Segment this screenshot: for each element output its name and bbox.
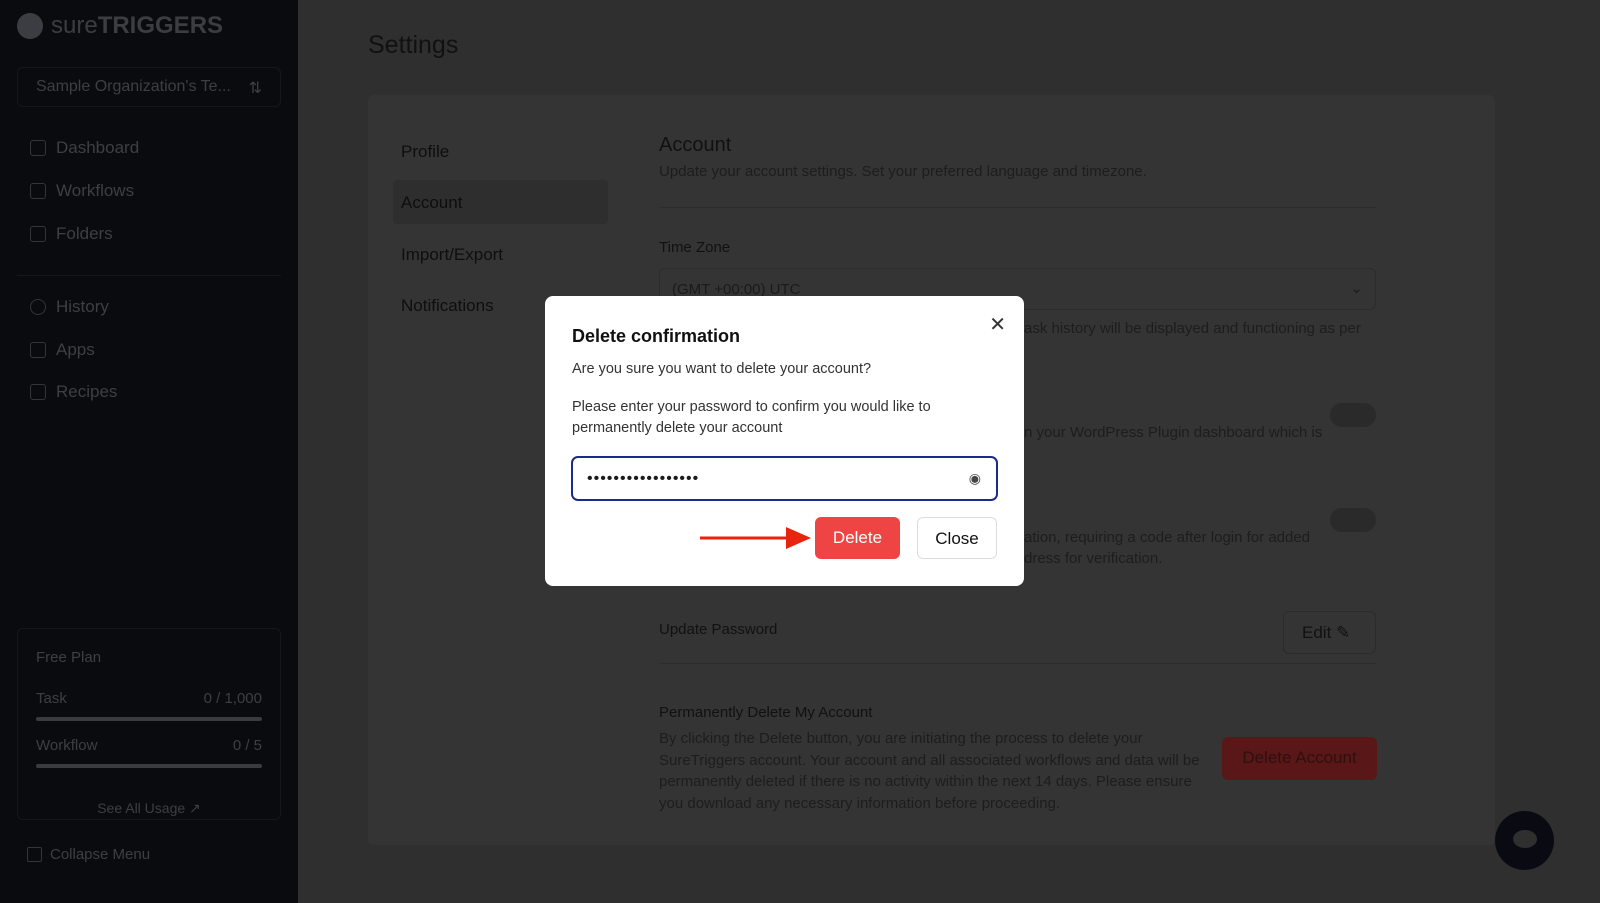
nav-folders[interactable]: Folders (30, 224, 113, 244)
close-button[interactable]: Close (917, 517, 997, 559)
workflow-value: 0 / 5 (232, 737, 262, 754)
workflow-progress (36, 764, 262, 768)
nav-recipes[interactable]: Recipes (30, 382, 117, 402)
org-switcher[interactable]: Sample Organization's Te... ⇅ (17, 67, 281, 107)
eye-icon[interactable]: ◉ (969, 470, 982, 487)
timezone-label: Time Zone (659, 239, 731, 256)
tab-notifications[interactable]: Notifications (401, 296, 494, 316)
logo[interactable]: sureTRIGGERS (17, 12, 223, 40)
home-icon (30, 140, 46, 156)
password-input[interactable]: ••••••••••••••••• ◉ (571, 456, 998, 501)
2fa-toggle[interactable] (1330, 508, 1376, 532)
delete-account-button[interactable]: Delete Account (1222, 737, 1377, 780)
close-icon[interactable]: ✕ (989, 312, 1006, 337)
delete-button[interactable]: Delete (815, 517, 900, 559)
nav-dashboard[interactable]: Dashboard (30, 138, 139, 158)
task-progress (36, 717, 262, 721)
divider (17, 275, 281, 276)
sidebar-collapse-icon (27, 847, 42, 862)
arrow-annotation (700, 527, 811, 549)
workflow-label: Workflow (36, 737, 98, 754)
password-value: ••••••••••••••••• (587, 469, 700, 487)
see-all-usage-link[interactable]: See All Usage ↗ (36, 800, 262, 817)
modal-title: Delete confirmation (572, 326, 741, 346)
nav-label: History (56, 297, 109, 316)
brand-bold: TRIGGERS (97, 12, 224, 39)
tab-import-export[interactable]: Import/Export (401, 245, 503, 265)
layers-icon (30, 384, 46, 400)
plan-usage: Free Plan Task 0 / 1,000 Workflow 0 / 5 Se… (17, 628, 281, 820)
nav-label: Apps (56, 340, 95, 359)
nav-apps[interactable]: Apps (30, 340, 95, 360)
modal-instruction: Please enter your password to confirm yo… (572, 399, 931, 436)
edit-password-button[interactable]: Edit ✎ (1283, 611, 1376, 654)
divider (659, 207, 1376, 208)
modal-question: Are you sure you want to delete your acc… (572, 361, 872, 377)
section-desc: Update your account settings. Set your p… (659, 163, 1147, 180)
task-value: 0 / 1,000 (203, 690, 262, 707)
nav-label: Recipes (56, 382, 118, 401)
pencil-icon: ✎ (1336, 623, 1351, 642)
nav-label: Workflows (56, 181, 135, 200)
history-icon (30, 299, 46, 315)
folder-icon (30, 226, 46, 242)
timezone-help: ask history will be displayed and functi… (1024, 320, 1361, 337)
2fa-help: ation, requiring a code after login for … (1024, 529, 1311, 546)
tab-profile[interactable]: Profile (401, 142, 449, 162)
task-label: Task (36, 690, 67, 707)
nav-label: Folders (56, 224, 113, 243)
brand-light: sure (51, 12, 98, 39)
nav-workflows[interactable]: Workflows (30, 181, 134, 201)
delete-desc: By clicking the Delete button, you are i… (659, 730, 1200, 812)
nav-label: Dashboard (56, 138, 140, 157)
logo-icon (17, 13, 43, 39)
sidebar: sureTRIGGERS Sample Organization's Te...… (0, 0, 298, 903)
wp-toggle[interactable] (1330, 403, 1376, 427)
page-title: Settings (368, 31, 459, 59)
wp-help: n your WordPress Plugin dashboard which … (1024, 424, 1323, 441)
section-title: Account (659, 134, 732, 156)
swap-icon: ⇅ (248, 80, 262, 97)
delete-title: Permanently Delete My Account (659, 704, 873, 721)
nav-history[interactable]: History (30, 297, 109, 317)
plan-name: Free Plan (36, 649, 102, 666)
tab-account[interactable]: Account (401, 193, 462, 213)
edit-label: Edit (1302, 623, 1332, 642)
chat-bubble-icon[interactable] (1495, 811, 1554, 870)
collapse-label: Collapse Menu (50, 846, 151, 863)
chevron-down-icon: ⌄ (1350, 280, 1363, 297)
update-password-label: Update Password (659, 621, 778, 638)
collapse-menu-button[interactable]: Collapse Menu (27, 846, 150, 863)
divider (659, 663, 1376, 664)
org-name: Sample Organization's Te... (36, 78, 231, 95)
workflow-icon (30, 183, 46, 199)
apps-icon (30, 342, 46, 358)
2fa-help-2: dress for verification. (1024, 550, 1163, 567)
